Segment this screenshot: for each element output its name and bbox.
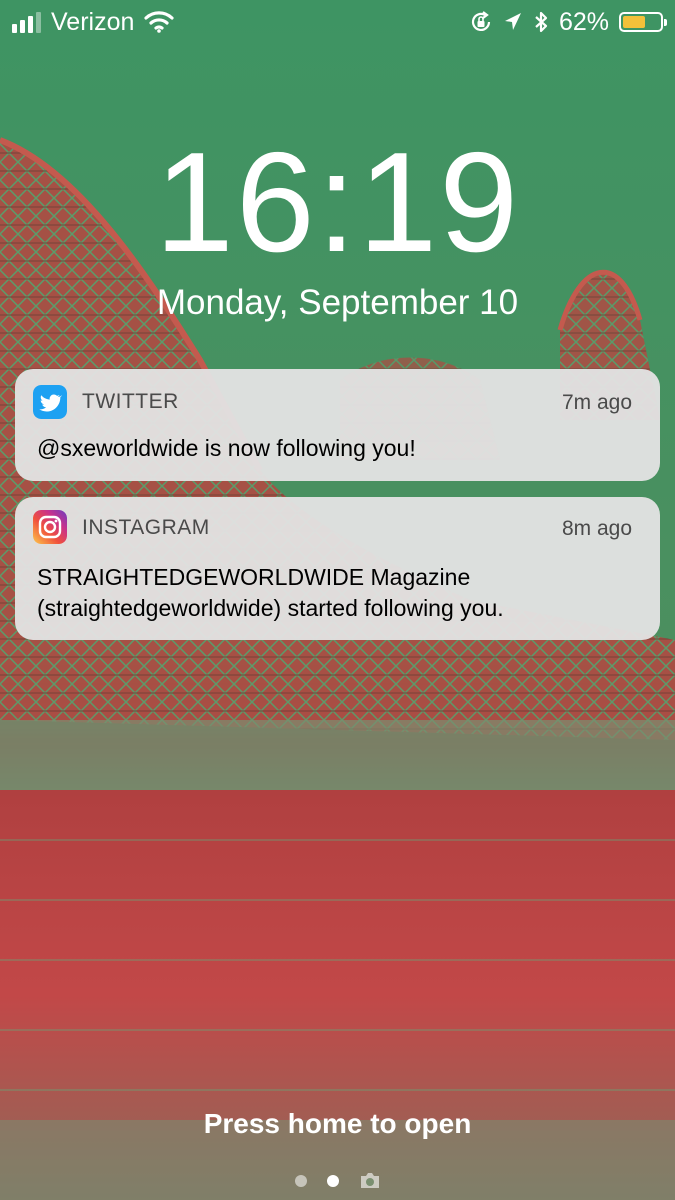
battery-percentage: 62%	[558, 7, 609, 36]
press-home-hint: Press home to open	[203, 1108, 472, 1139]
page-dot-active[interactable]	[326, 1174, 339, 1187]
notification-app-name: INSTAGRAM	[82, 516, 210, 539]
rotation-lock-icon	[471, 11, 491, 31]
status-bar-right: 62%	[469, 6, 667, 38]
notification-message-line: STRAIGHTEDGEWORLDWIDE Magazine	[37, 564, 471, 590]
notification-time: 8m ago	[561, 517, 632, 540]
status-bar: Verizon 62%	[0, 0, 675, 44]
page-indicator[interactable]	[0, 1172, 675, 1189]
notification-message-line: (straightedgeworldwide) started followin…	[37, 595, 504, 621]
notification-twitter[interactable]: TWITTER 7m ago @sxeworldwide is now foll…	[15, 369, 660, 481]
notification-message: @sxeworldwide is now following you!	[37, 435, 416, 461]
bluetooth-icon	[535, 11, 548, 33]
signal-icon	[12, 11, 41, 33]
notification-time: 7m ago	[561, 391, 632, 414]
notification-message: STRAIGHTEDGEWORLDWIDE Magazine (straight…	[37, 562, 638, 624]
battery-icon	[619, 12, 667, 32]
lock-screen-time: 16:19	[154, 123, 521, 282]
twitter-icon	[33, 385, 67, 419]
battery-fill	[623, 16, 646, 28]
page-dot[interactable]	[294, 1174, 307, 1187]
status-bar-left: Verizon	[12, 6, 174, 38]
lock-screen-date: Monday, September 10	[156, 283, 519, 322]
carrier-name: Verizon	[51, 7, 135, 36]
notification-instagram[interactable]: INSTAGRAM 8m ago STRAIGHTEDGEWORLDWIDE M…	[15, 497, 660, 640]
wifi-icon	[144, 11, 174, 33]
notification-app-name: TWITTER	[82, 390, 179, 413]
instagram-icon	[33, 510, 67, 544]
camera-icon[interactable]	[359, 1172, 381, 1189]
location-arrow-icon	[504, 13, 521, 30]
